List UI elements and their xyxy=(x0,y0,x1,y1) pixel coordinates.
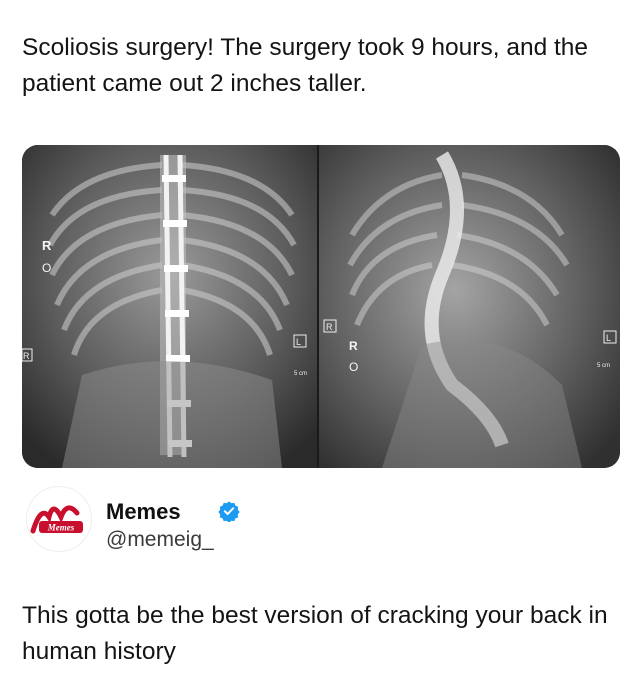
tweet-text: This gotta be the best version of cracki… xyxy=(22,602,608,665)
left-r-marker: R xyxy=(42,238,52,253)
avatar[interactable]: Memes xyxy=(26,486,92,552)
xray-right-preop: R R O L 5 cm xyxy=(319,145,620,468)
left-box-l: L xyxy=(296,337,301,347)
left-o-marker: O xyxy=(42,261,51,275)
verified-badge-icon xyxy=(218,501,240,522)
quoted-tweet-card[interactable]: Memes Memes @memeig_ xyxy=(26,486,606,566)
right-box-l: L xyxy=(606,333,611,343)
svg-text:Memes: Memes xyxy=(47,523,75,533)
xray-comparison-image[interactable]: R O R L 5 cm R R O L 5 cm xyxy=(22,145,620,468)
left-box-r: R xyxy=(23,351,30,361)
author-name[interactable]: Memes xyxy=(106,499,181,525)
author-handle[interactable]: @memeig_ xyxy=(106,528,214,552)
right-r-marker: R xyxy=(349,339,358,353)
left-scale: 5 cm xyxy=(294,371,307,377)
right-box-r: R xyxy=(326,322,333,332)
xray-left-postop: R O R L 5 cm xyxy=(22,145,318,468)
memes-logo-icon: Memes xyxy=(30,505,83,534)
right-scale: 5 cm xyxy=(597,363,610,369)
post-headline: Scoliosis surgery! The surgery took 9 ho… xyxy=(22,34,589,97)
right-o-marker: O xyxy=(349,360,358,374)
